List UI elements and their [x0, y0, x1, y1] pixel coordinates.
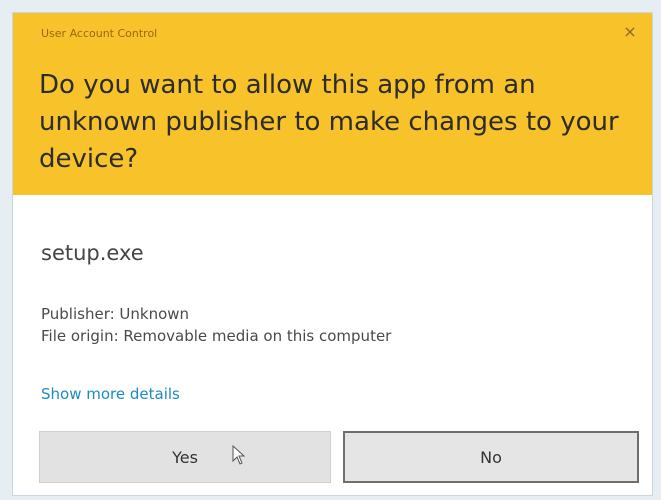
screen: User Account Control × Do you want to al… [0, 0, 661, 500]
uac-dialog: User Account Control × Do you want to al… [12, 12, 653, 496]
show-more-details-link[interactable]: Show more details [41, 385, 180, 403]
app-name: setup.exe [41, 241, 144, 265]
dialog-question: Do you want to allow this app from an un… [39, 70, 619, 174]
origin-line: File origin: Removable media on this com… [41, 327, 392, 345]
close-icon[interactable]: × [622, 22, 638, 41]
app-info: Publisher: Unknown File origin: Removabl… [41, 303, 391, 347]
yes-button[interactable]: Yes [39, 431, 331, 483]
yes-button-label: Yes [172, 447, 198, 467]
dialog-header: User Account Control × Do you want to al… [13, 13, 652, 195]
pointer-cursor-icon [232, 445, 246, 465]
publisher-line: Publisher: Unknown [41, 305, 190, 323]
dialog-caption: User Account Control [41, 27, 158, 40]
no-button[interactable]: No [343, 431, 639, 483]
no-button-label: No [480, 447, 502, 467]
